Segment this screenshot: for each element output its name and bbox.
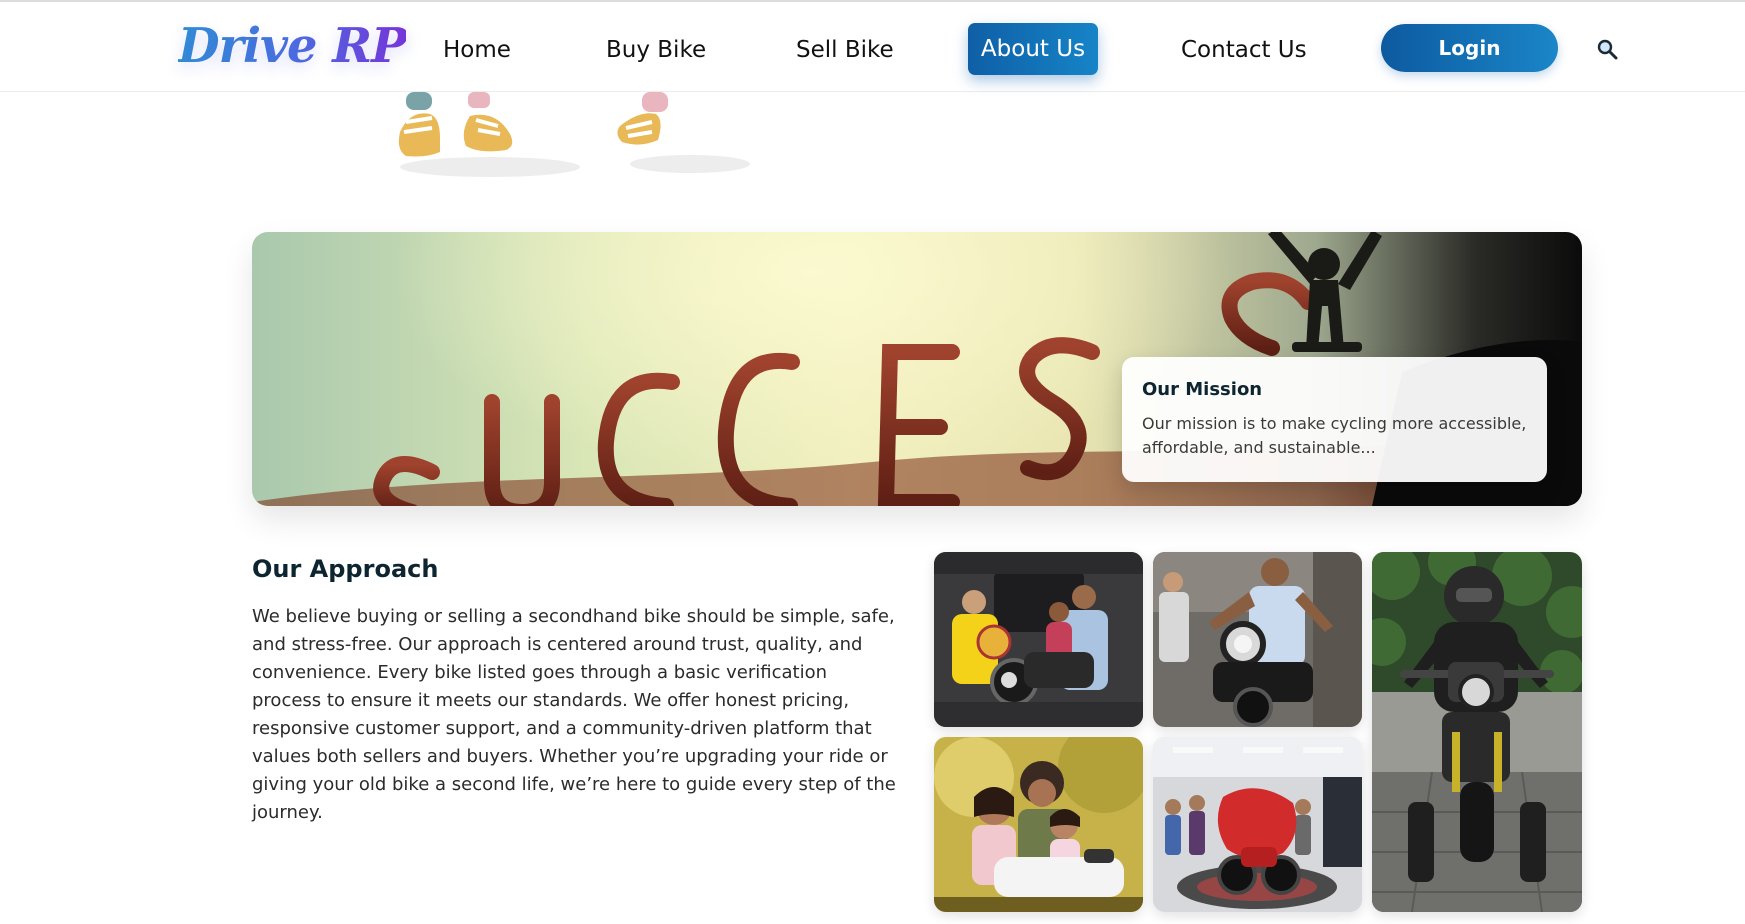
nav-contact-us-link[interactable]: Contact Us (1181, 30, 1307, 70)
site-header: Drive RP Home Buy Bike Sell Bike About U… (0, 2, 1745, 92)
nav-home-link[interactable]: Home (443, 30, 511, 70)
photo-rider-adventure-bike (1372, 552, 1582, 912)
search-icon[interactable] (1596, 38, 1620, 62)
nav-buy-bike-link[interactable]: Buy Bike (606, 30, 706, 70)
photo-family-on-scooter (934, 737, 1143, 912)
nav-sell-bike-link[interactable]: Sell Bike (796, 30, 894, 70)
photo-man-on-motorcycle (1153, 552, 1362, 727)
brand-logo[interactable]: Drive RP (178, 16, 407, 76)
mission-title: Our Mission (1142, 379, 1263, 400)
photo-showroom-delivery (1153, 737, 1362, 912)
approach-title: Our Approach (252, 555, 439, 583)
mission-card: Our Mission Our mission is to make cycli… (1122, 357, 1547, 482)
mission-text: Our mission is to make cycling more acce… (1142, 414, 1527, 457)
login-button[interactable]: Login (1381, 24, 1558, 72)
photo-bike-handover (934, 552, 1143, 727)
approach-paragraph: We believe buying or selling a secondhan… (252, 606, 896, 823)
nav-about-us-link[interactable]: About Us (968, 23, 1098, 75)
hero-illustration-feet (380, 92, 760, 182)
